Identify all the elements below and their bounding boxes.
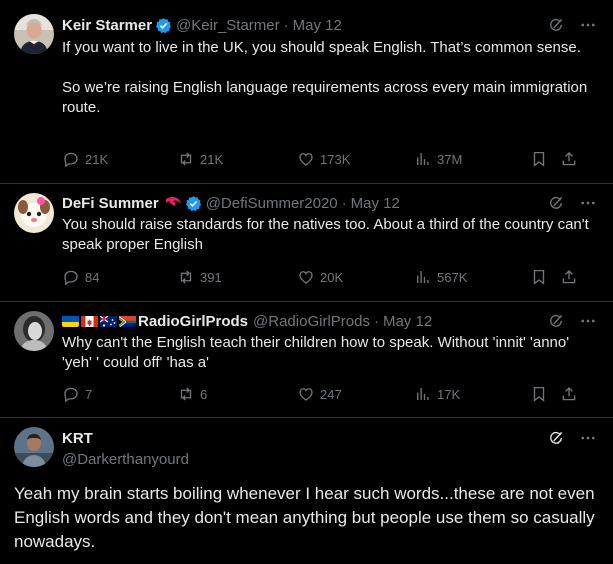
author-name[interactable]: Keir Starmer bbox=[62, 17, 152, 34]
like-button[interactable]: 173K bbox=[297, 149, 350, 169]
author-handle[interactable]: @Darkerthanyourd bbox=[62, 451, 189, 468]
tweet-text: You should raise standards for the nativ… bbox=[62, 216, 589, 253]
grok-icon[interactable] bbox=[547, 194, 565, 212]
more-icon[interactable] bbox=[579, 429, 597, 447]
verified-icon bbox=[155, 17, 172, 34]
views-icon bbox=[414, 268, 432, 286]
post-date[interactable]: May 12 bbox=[293, 17, 342, 34]
reply-icon bbox=[62, 268, 80, 286]
views-button[interactable]: 567K bbox=[414, 267, 467, 287]
views-button[interactable]: 17K bbox=[414, 384, 460, 404]
repost-button[interactable]: 6 bbox=[177, 384, 207, 404]
repost-count: 391 bbox=[200, 269, 222, 285]
views-icon bbox=[414, 385, 432, 403]
repost-count: 6 bbox=[200, 386, 208, 402]
views-count: 17K bbox=[437, 386, 461, 402]
reply-button[interactable]: 84 bbox=[62, 267, 99, 287]
author-name[interactable]: DeFi Summer bbox=[62, 195, 159, 212]
like-count: 247 bbox=[320, 386, 342, 402]
author-name[interactable]: KRT bbox=[62, 430, 93, 447]
share-icon bbox=[560, 150, 578, 168]
share-button[interactable] bbox=[560, 384, 583, 404]
share-button[interactable] bbox=[560, 149, 583, 169]
avatar[interactable] bbox=[14, 311, 54, 351]
repost-icon bbox=[177, 268, 195, 286]
focused-tweet[interactable]: KRT @Darkerthanyourd Yeah my brain start… bbox=[0, 417, 613, 564]
tweet-text: If you want to live in the UK, you shoul… bbox=[62, 38, 592, 118]
views-button[interactable]: 37M bbox=[414, 149, 462, 169]
avatar[interactable] bbox=[14, 14, 54, 54]
reply-icon bbox=[62, 150, 80, 168]
tweet-text: Why can't the English teach their childr… bbox=[62, 334, 570, 371]
grok-icon[interactable] bbox=[547, 16, 565, 34]
separator-dot: · bbox=[373, 312, 379, 330]
reply-count: 7 bbox=[85, 386, 93, 402]
bookmark-button[interactable] bbox=[530, 267, 553, 287]
country-flags bbox=[62, 315, 136, 327]
author-name[interactable]: RadioGirlProds bbox=[138, 313, 248, 330]
avatar[interactable] bbox=[14, 193, 54, 233]
tweet[interactable]: RadioGirlProds @RadioGirlProds · May 12 … bbox=[0, 301, 613, 417]
bookmark-icon bbox=[530, 268, 548, 286]
reply-count: 84 bbox=[85, 269, 100, 285]
separator-dot: · bbox=[283, 16, 289, 34]
action-bar: 21K 21K 173K 37M bbox=[62, 149, 584, 169]
canada-flag-icon bbox=[81, 315, 98, 327]
action-bar: 7 6 247 17K bbox=[62, 384, 584, 404]
shrimp-emoji-icon bbox=[165, 196, 181, 206]
like-icon bbox=[297, 385, 315, 403]
bookmark-icon bbox=[530, 385, 548, 403]
australia-flag-icon bbox=[100, 315, 117, 327]
south-africa-flag-icon bbox=[119, 315, 136, 327]
repost-icon bbox=[177, 385, 195, 403]
more-icon[interactable] bbox=[579, 312, 597, 330]
more-icon[interactable] bbox=[579, 194, 597, 212]
repost-icon bbox=[177, 150, 195, 168]
author-handle[interactable]: @RadioGirlProds bbox=[253, 313, 370, 330]
bookmark-icon bbox=[530, 150, 548, 168]
reply-icon bbox=[62, 385, 80, 403]
tweet[interactable]: DeFi Summer @DefiSummer2020 · May 12 You… bbox=[0, 183, 613, 301]
author-handle[interactable]: @Keir_Starmer bbox=[176, 17, 280, 34]
like-button[interactable]: 20K bbox=[297, 267, 343, 287]
repost-button[interactable]: 391 bbox=[177, 267, 222, 287]
verified-icon bbox=[185, 195, 202, 212]
reply-button[interactable]: 7 bbox=[62, 384, 92, 404]
author-handle[interactable]: @DefiSummer2020 bbox=[206, 195, 338, 212]
repost-button[interactable]: 21K bbox=[177, 149, 223, 169]
share-icon bbox=[560, 385, 578, 403]
more-icon[interactable] bbox=[579, 16, 597, 34]
post-date[interactable]: May 12 bbox=[383, 313, 432, 330]
like-icon bbox=[297, 268, 315, 286]
bookmark-button[interactable] bbox=[530, 384, 553, 404]
tweet-text-paragraph: So we’re raising English language requir… bbox=[62, 79, 588, 116]
share-button[interactable] bbox=[560, 267, 583, 287]
grok-icon[interactable] bbox=[547, 429, 565, 447]
post-date[interactable]: May 12 bbox=[351, 195, 400, 212]
views-icon bbox=[414, 150, 432, 168]
like-count: 173K bbox=[320, 151, 351, 167]
tweet[interactable]: Keir Starmer @Keir_Starmer · May 12 If y… bbox=[0, 0, 613, 183]
action-bar: 84 391 20K 567K bbox=[62, 267, 584, 287]
like-button[interactable]: 247 bbox=[297, 384, 342, 404]
avatar[interactable] bbox=[14, 427, 54, 467]
tweet-text-paragraph: If you want to live in the UK, you shoul… bbox=[62, 39, 581, 56]
repost-count: 21K bbox=[200, 151, 224, 167]
like-count: 20K bbox=[320, 269, 344, 285]
views-count: 37M bbox=[437, 151, 463, 167]
grok-icon[interactable] bbox=[547, 312, 565, 330]
separator-dot: · bbox=[341, 194, 347, 212]
tweet-text: Yeah my brain starts boiling whenever I … bbox=[14, 484, 595, 551]
reply-button[interactable]: 21K bbox=[62, 149, 108, 169]
like-icon bbox=[297, 150, 315, 168]
views-count: 567K bbox=[437, 269, 468, 285]
ukraine-flag-icon bbox=[62, 315, 79, 327]
reply-count: 21K bbox=[85, 151, 109, 167]
bookmark-button[interactable] bbox=[530, 149, 553, 169]
share-icon bbox=[560, 268, 578, 286]
